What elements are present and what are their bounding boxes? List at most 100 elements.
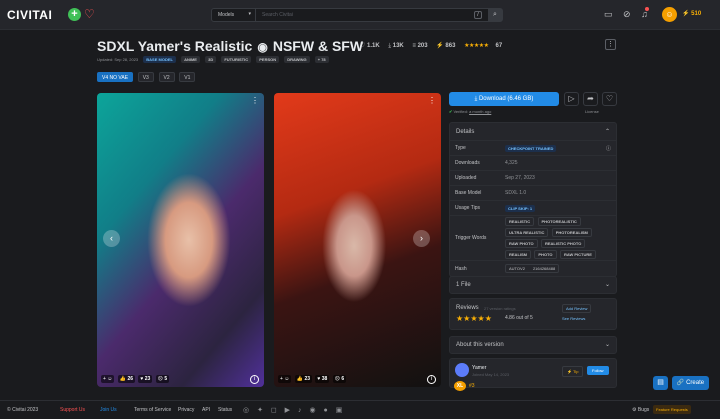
like-button[interactable]: ♡ (602, 92, 617, 106)
tip-button[interactable]: ⚡ Tip (562, 366, 584, 377)
creator-card: Yamer Joined May 14, 2023 ⚡ Tip Follow X… (449, 358, 617, 391)
version-tab[interactable]: V1 (179, 72, 196, 82)
info-icon[interactable]: ⓘ (606, 145, 611, 152)
carousel-prev-button[interactable]: ‹ (103, 230, 120, 247)
discord-icon[interactable]: ◎ (243, 407, 249, 414)
trigger-word[interactable]: PHOTOREALISM (551, 228, 592, 237)
search-scope-select[interactable]: Models (212, 9, 256, 21)
creator-avatar[interactable] (455, 363, 469, 377)
like-reaction[interactable]: 👍 26 (117, 375, 135, 383)
search-bar: Models Search Civitai / ⌕ (211, 8, 503, 22)
tag[interactable]: ANIME (181, 56, 200, 63)
trigger-word[interactable]: PHOTOREALISTIC (537, 217, 581, 226)
run-button[interactable]: ▷ (564, 92, 579, 106)
carousel-next-button[interactable]: › (413, 230, 430, 247)
reddit-icon[interactable]: ◉ (309, 407, 315, 414)
xl-badge: XL (454, 381, 466, 391)
cry-reaction[interactable]: ☹ 5 (155, 375, 170, 383)
rank-number: #3 (469, 383, 475, 389)
github-icon[interactable]: ● (324, 407, 328, 414)
monitor-icon[interactable]: ▭ (604, 9, 613, 19)
trigger-word[interactable]: REALISTIC PHOTO (540, 239, 586, 248)
tag[interactable]: DRAWING (284, 56, 310, 63)
heart-icon[interactable]: ♡ (84, 7, 95, 21)
add-reaction-icon[interactable]: + ☺ (101, 375, 115, 383)
details-header[interactable]: Details (450, 123, 616, 141)
tiktok-icon[interactable]: ♪ (298, 407, 302, 414)
model-meta: Updated: Sep 28, 2023 BASE MODEL ANIME 3… (97, 56, 329, 63)
rating-count: 67 (495, 43, 503, 49)
tag-base-model[interactable]: BASE MODEL (143, 56, 176, 63)
civitai-logo[interactable]: CIVITAI (7, 8, 52, 22)
heart-reaction[interactable]: ♥ 38 (315, 375, 330, 383)
see-reviews-link[interactable]: See Reviews (562, 316, 585, 321)
search-shortcut-hint: / (474, 11, 482, 19)
trigger-word[interactable]: REALISTIC (505, 217, 535, 226)
add-reaction-icon[interactable]: + ☺ (278, 375, 292, 383)
bugs-link[interactable]: ⚙ Bugs (632, 407, 649, 413)
twitter-icon[interactable]: ✦ (257, 407, 263, 414)
tag[interactable]: 3D (205, 56, 217, 63)
add-review-button[interactable]: Add Review (562, 304, 592, 313)
youtube-icon[interactable]: ▶ (285, 407, 290, 414)
trigger-word[interactable]: PHOTO (534, 250, 557, 259)
buzz-balance[interactable]: ⚡ 510 (682, 10, 701, 17)
footer-link[interactable]: Privacy (178, 407, 194, 413)
model-menu-button[interactable]: ⋮ (605, 39, 616, 50)
create-plus-icon[interactable]: + (68, 8, 81, 21)
verified-status: ✔ Verified: a month ago (449, 109, 492, 114)
details-panel: Details Type CHECKPOINT TRAINED ⓘ Downlo… (449, 122, 617, 277)
footer-link[interactable]: Support Us (60, 407, 85, 413)
hash-copy[interactable]: AUTOV2 2164268488 (505, 264, 560, 273)
trigger-word[interactable]: ULTRA REALISTIC (505, 228, 549, 237)
share-button[interactable]: ➦ (583, 92, 598, 106)
feature-requests-link[interactable]: Feature Requests (653, 405, 691, 414)
updated-date: Updated: Sep 28, 2023 (97, 57, 139, 62)
instagram-icon[interactable]: ◻ (271, 407, 277, 414)
heart-reaction[interactable]: ♥ 23 (138, 375, 153, 383)
downloads-stat: ⤓ 13K (388, 43, 404, 49)
gallery-image-card[interactable]: ⋮ ‹ + ☺ 👍 26 ♥ 23 ☹ 5 i (97, 93, 264, 387)
about-version-accordion[interactable]: About this version (449, 336, 617, 354)
download-button[interactable]: ⤓ Download (6.46 GB) (449, 92, 559, 106)
card-menu-icon[interactable]: ⋮ (251, 96, 259, 105)
search-input[interactable]: Search Civitai (262, 12, 293, 18)
detail-row-type: Type CHECKPOINT TRAINED ⓘ (450, 141, 616, 156)
create-button[interactable]: 🔗 Create (672, 376, 709, 390)
nsfw-eye-icon: ◉ (257, 40, 268, 54)
trigger-word[interactable]: RAW PHOTO (505, 239, 538, 248)
footer-link[interactable]: Terms of Service (134, 407, 171, 413)
version-tab[interactable]: V4 NO VAE (97, 72, 134, 82)
follow-button[interactable]: Follow (587, 366, 609, 375)
like-reaction[interactable]: 👍 23 (294, 375, 312, 383)
tag[interactable]: FUTURISTIC (221, 56, 252, 63)
search-button[interactable]: ⌕ (488, 9, 502, 21)
detail-row-base-model: Base Model SDXL 1.0 (450, 186, 616, 201)
tag[interactable]: PERSON (256, 56, 280, 63)
gallery-image-card[interactable]: ⋮ › + ☺ 👍 23 ♥ 38 ☹ 6 i (274, 93, 441, 387)
twitch-icon[interactable]: ▣ (336, 407, 343, 414)
buzz-stat: ⚡ 863 (436, 43, 456, 49)
trigger-word[interactable]: REALISM (505, 250, 531, 259)
user-avatar[interactable]: ☺ (662, 7, 677, 22)
footer-link[interactable]: Join Us (100, 407, 117, 413)
version-tab[interactable]: V2 (158, 72, 175, 82)
detail-row-uploaded: Uploaded Sep 27, 2023 (450, 171, 616, 186)
eye-off-icon[interactable]: ⊘ (623, 9, 631, 19)
chat-button[interactable]: ▤ (653, 376, 668, 390)
footer-link[interactable]: Status (218, 407, 232, 413)
version-tab[interactable]: V3 (137, 72, 154, 82)
info-icon[interactable]: i (427, 375, 436, 384)
card-menu-icon[interactable]: ⋮ (428, 96, 436, 105)
model-stats: ♡ 1.1K ⤓ 13K ≡ 203 ⚡ 863 ★★★★★ 67 (360, 42, 502, 50)
creator-name[interactable]: Yamer (472, 365, 486, 371)
license-link[interactable]: License (585, 109, 599, 114)
page-title: SDXL Yamer's Realistic ◉ NSFW & SFW (97, 38, 364, 54)
cry-reaction[interactable]: ☹ 6 (332, 375, 347, 383)
info-icon[interactable]: i (250, 375, 259, 384)
files-accordion[interactable]: 1 File (449, 276, 617, 294)
tag-more[interactable]: + 78 (314, 56, 329, 63)
likes-stat: ♡ 1.1K (360, 43, 380, 49)
trigger-word[interactable]: RAW PICTURE (559, 250, 596, 259)
footer-link[interactable]: API (202, 407, 210, 413)
